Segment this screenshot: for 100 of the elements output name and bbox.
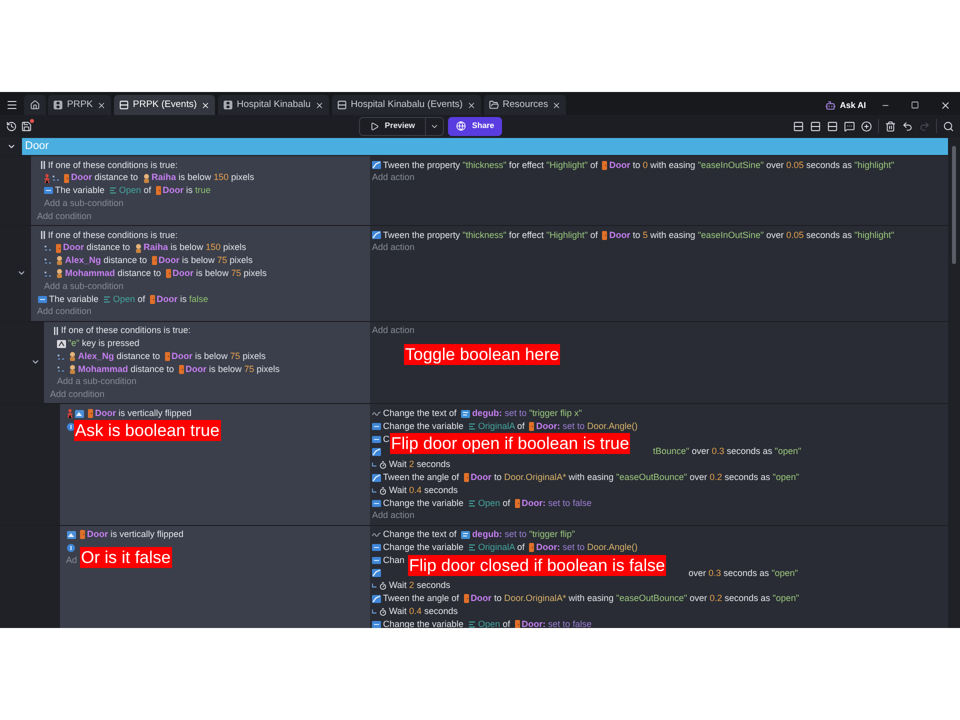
scrollbar-thumb[interactable] — [952, 146, 956, 264]
text-object-icon — [461, 410, 470, 418]
condition-text: If one of these conditions is true: — [48, 228, 178, 242]
variable-icon — [372, 557, 381, 564]
door-icon — [156, 186, 161, 196]
variable-icon — [372, 500, 381, 507]
variable-glyph-icon — [468, 423, 476, 430]
condition-text: Alex_Ng distance to — [78, 350, 162, 363]
add-condition-link[interactable]: Ad — [66, 554, 78, 568]
person-icon — [142, 174, 150, 183]
add-sub-condition-link[interactable]: Add a sub-condition — [44, 280, 124, 294]
door-icon — [529, 422, 534, 432]
action-text: Door to 0 with easing "easeInOutSine" over 0.05 seconds as "highlight" — [609, 158, 894, 172]
share-button[interactable]: Share — [448, 116, 502, 136]
tab[interactable]: PRPK — [48, 95, 111, 115]
action-text: degub: set to "trigger flip x" — [472, 407, 582, 420]
close-icon[interactable] — [96, 100, 106, 110]
group-header[interactable]: Door — [22, 138, 948, 155]
close-icon[interactable] — [552, 100, 562, 110]
home-tab[interactable] — [24, 95, 46, 115]
add-action-link[interactable]: Add action — [372, 171, 415, 185]
text-icon — [372, 531, 381, 538]
play-icon — [370, 122, 379, 130]
variable-glyph-icon — [109, 187, 118, 194]
condition-text: Mohammad distance to — [78, 362, 176, 376]
add-condition-link[interactable]: Add condition — [37, 305, 92, 319]
tab[interactable]: PRPK (Events) — [114, 95, 215, 115]
person-icon — [134, 244, 142, 253]
action-text: Door: set to false — [522, 618, 592, 628]
tween-icon — [372, 569, 381, 578]
action-text: Change the variable — [383, 496, 465, 510]
action-text: degub: set to "trigger flip" — [472, 528, 575, 542]
add-condition-link[interactable]: Add condition — [50, 388, 105, 402]
action-text: Door to 5 with easing "easeInOutSine" over 0.05 seconds as "highlight" — [609, 228, 894, 242]
door-icon — [80, 530, 85, 540]
door-icon — [464, 473, 469, 482]
action-text: Wait 2 seconds — [389, 458, 450, 472]
action-text: Door: set to false — [522, 496, 592, 510]
action-text: C — [383, 432, 390, 446]
condition-text: Open of — [119, 184, 152, 198]
timer-icon — [372, 486, 387, 495]
condition-text: Door is below 75 pixels — [172, 267, 267, 280]
text-object-icon — [461, 530, 470, 539]
action-text: Change the variable — [383, 540, 465, 554]
condition-text: Mohammad distance to — [65, 267, 162, 280]
door-icon — [178, 364, 184, 374]
add-action-link[interactable]: Add action — [372, 509, 415, 523]
ask-ai-button[interactable]: Ask AI — [820, 95, 870, 115]
action-text: OriginalA of — [478, 420, 526, 433]
tween-icon — [372, 474, 381, 482]
add-condition-link[interactable]: Add condition — [37, 210, 92, 224]
door-icon — [602, 230, 608, 240]
events-icon — [118, 100, 129, 110]
robot-icon — [824, 100, 836, 110]
close-icon[interactable] — [314, 100, 324, 110]
add-action-link[interactable]: Add action — [372, 324, 415, 338]
condition-text: The variable — [49, 292, 100, 306]
action-text: Open of — [478, 496, 512, 510]
action-text: Door: set to Door.Angle() — [536, 420, 638, 433]
annotation-label: Toggle boolean here — [404, 344, 560, 365]
door-icon — [150, 294, 155, 304]
variable-glyph-icon — [103, 296, 112, 303]
door-icon — [514, 620, 520, 628]
action-text: Tween the property "thickness" for effect "Highlight" of — [383, 228, 599, 242]
action-text: Chan — [383, 554, 405, 567]
scene-icon — [53, 100, 63, 110]
add-sub-condition-link[interactable]: Add a sub-condition — [57, 375, 137, 389]
action-text: Tween the property "thickness" for effect "Highlight" of — [383, 158, 599, 172]
close-icon[interactable] — [466, 100, 476, 110]
door-icon — [64, 174, 69, 183]
variable-glyph-icon — [468, 620, 476, 628]
annotation-label: Flip door closed if boolean is false — [408, 554, 666, 576]
action-text: tBounce" over 0.3 seconds as "open" — [653, 445, 802, 458]
tab[interactable]: Hospital Kinabalu — [218, 95, 329, 115]
condition-text: Door is below 75 pixels — [158, 254, 253, 268]
annotation-label: Or is it false — [80, 546, 172, 568]
add-action-link[interactable]: Add action — [372, 241, 415, 255]
variable-icon — [372, 436, 381, 443]
or-icon — [41, 231, 45, 240]
close-icon[interactable] — [200, 100, 210, 110]
text-icon — [372, 410, 381, 418]
action-text: Tween the angle of — [383, 592, 460, 606]
timer-icon — [372, 582, 387, 590]
action-text: Wait 0.4 seconds — [389, 484, 458, 497]
action-text: Door to Door.OriginalA* with easing "easeOutBounce" over 0.2 seconds as "open" — [470, 470, 800, 484]
person-icon — [56, 269, 63, 278]
tween-icon — [372, 161, 381, 170]
person-icon — [56, 256, 63, 266]
condition-text: "e" key is pressed — [68, 337, 140, 350]
action-text: Door: set to Door.Angle() — [536, 540, 638, 554]
save-icon[interactable] — [19, 118, 34, 134]
action-text: OriginalA of — [478, 540, 526, 554]
add-sub-condition-link[interactable]: Add a sub-condition — [44, 197, 124, 211]
condition-text: Door distance to — [63, 241, 132, 254]
condition-text: Open of — [113, 292, 146, 306]
condition-text: Door is false — [156, 292, 208, 306]
variable-glyph-icon — [468, 500, 476, 507]
tab[interactable]: Resources — [484, 95, 566, 115]
tab[interactable]: Hospital Kinabalu (Events) — [332, 95, 481, 115]
home-icon — [30, 100, 40, 110]
